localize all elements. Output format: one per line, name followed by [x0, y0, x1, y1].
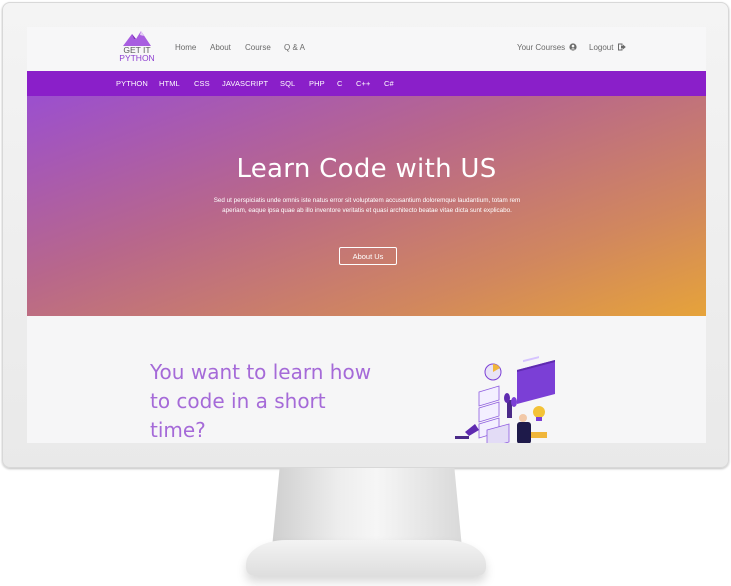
- nav-logout[interactable]: Logout: [589, 43, 626, 52]
- lang-css[interactable]: CSS: [194, 79, 210, 88]
- language-bar: PYTHON HTML CSS JAVASCRIPT SQL PHP C C++…: [27, 71, 706, 96]
- monitor-stand-base: [246, 540, 486, 576]
- monitor-stand-neck: [272, 468, 462, 548]
- logo-text-line2: PYTHON: [119, 53, 155, 63]
- site-logo[interactable]: GET IT PYTHON: [115, 30, 159, 68]
- user-circle-icon: [569, 43, 578, 52]
- lang-python[interactable]: PYTHON: [116, 79, 148, 88]
- nav-qa[interactable]: Q & A: [284, 43, 305, 52]
- nav-about[interactable]: About: [210, 43, 231, 52]
- nav-course[interactable]: Course: [245, 43, 271, 52]
- lang-html[interactable]: HTML: [159, 79, 180, 88]
- about-us-button[interactable]: About Us: [339, 247, 397, 265]
- mountain-logo-icon: [123, 31, 151, 46]
- nav-home[interactable]: Home: [175, 43, 196, 52]
- nav-about-link[interactable]: About: [210, 43, 231, 52]
- hero-description: Sed ut perspiciatis unde omnis iste natu…: [213, 197, 521, 214]
- monitor-frame: GET IT PYTHON Home About Course Q & A Yo…: [2, 2, 729, 468]
- site-header: GET IT PYTHON Home About Course Q & A Yo…: [27, 27, 706, 71]
- nav-your-courses[interactable]: Your Courses: [517, 43, 578, 52]
- intro-heading: You want to learn how to code in a short…: [150, 360, 372, 442]
- browser-viewport: GET IT PYTHON Home About Course Q & A Yo…: [27, 27, 706, 443]
- hero-title: Learn Code with US: [236, 154, 497, 184]
- lang-sql[interactable]: SQL: [280, 79, 295, 88]
- nav-logout-link[interactable]: Logout: [589, 43, 613, 52]
- nav-course-link[interactable]: Course: [245, 43, 271, 52]
- lang-csharp[interactable]: C#: [384, 79, 394, 88]
- lang-cpp[interactable]: C++: [356, 79, 370, 88]
- nav-qa-link[interactable]: Q & A: [284, 43, 305, 52]
- sign-out-icon: [617, 43, 626, 52]
- nav-your-courses-link[interactable]: Your Courses: [517, 43, 565, 52]
- lang-c[interactable]: C: [337, 79, 343, 88]
- lang-php[interactable]: PHP: [309, 79, 325, 88]
- coding-illustration-icon: [455, 356, 555, 443]
- hero-section: Learn Code with US Sed ut perspiciatis u…: [27, 96, 706, 316]
- intro-section: You want to learn how to code in a short…: [27, 316, 706, 443]
- lang-javascript[interactable]: JAVASCRIPT: [222, 79, 268, 88]
- nav-home-link[interactable]: Home: [175, 43, 196, 52]
